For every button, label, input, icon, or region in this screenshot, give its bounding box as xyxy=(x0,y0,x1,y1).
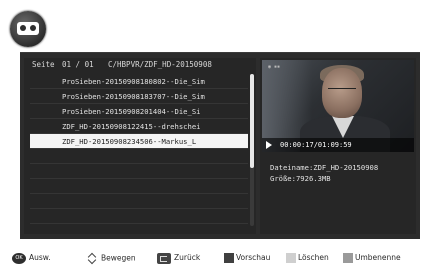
page-label: Seite xyxy=(32,60,55,69)
empty-list-item xyxy=(30,164,248,179)
list-item[interactable]: ProSieben-20150908201404--Die_Si xyxy=(30,104,248,119)
hint-delete[interactable]: Löschen xyxy=(286,252,329,264)
ok-button-icon: OK xyxy=(12,252,26,264)
hint-rename-label: Umbenenne xyxy=(355,253,401,262)
list-item[interactable]: ZDF_HD-20150908234506--Markus_L xyxy=(30,134,248,149)
playback-time: 00:00:17/01:09:59 xyxy=(280,141,352,149)
play-icon xyxy=(266,141,272,149)
video-cassette-icon xyxy=(10,11,46,47)
empty-list-item xyxy=(30,149,248,164)
filename-text: Dateiname:ZDF_HD-20150908 xyxy=(270,163,379,172)
hint-move[interactable]: Bewegen xyxy=(88,252,136,264)
hint-delete-label: Löschen xyxy=(298,253,329,262)
channel-logo: ◉ ▪▪ xyxy=(268,64,281,70)
hint-preview[interactable]: Vorschau xyxy=(224,252,270,264)
up-down-arrows-icon xyxy=(88,252,98,265)
recordings-list-pane: Seite 01 / 01 C/HBPVR/ZDF_HD-20150908 Pr… xyxy=(24,58,256,234)
preview-key-icon xyxy=(224,253,234,263)
delete-key-icon xyxy=(286,253,296,263)
list-header: Seite 01 / 01 C/HBPVR/ZDF_HD-20150908 xyxy=(24,58,256,72)
empty-list-item xyxy=(30,209,248,224)
pvr-screen: Seite 01 / 01 C/HBPVR/ZDF_HD-20150908 Pr… xyxy=(0,0,428,269)
folder-path: C/HBPVR/ZDF_HD-20150908 xyxy=(108,60,212,69)
hint-rename[interactable]: Umbenenne xyxy=(343,252,401,264)
footer-hints: OK Ausw. Bewegen Zurück Vorschau Löschen … xyxy=(0,246,428,269)
list-item[interactable]: ZDF_HD-20150908122415--drehschei xyxy=(30,119,248,134)
video-preview[interactable]: ◉ ▪▪ 00:00:17/01:09:59 xyxy=(262,60,414,152)
list-scrollbar[interactable] xyxy=(250,74,254,226)
hint-select-label: Ausw. xyxy=(29,253,51,262)
preview-pane: ◉ ▪▪ 00:00:17/01:09:59 Dateiname:ZDF_HD-… xyxy=(260,58,416,234)
top-bar xyxy=(0,0,428,52)
back-icon xyxy=(157,252,171,264)
hint-preview-label: Vorschau xyxy=(236,253,271,262)
file-info: Dateiname:ZDF_HD-20150908 Größe:7926.3MB xyxy=(270,162,378,184)
filesize-text: Größe:7926.3MB xyxy=(270,174,331,183)
list-item[interactable]: ProSieben-20150908183707--Die_Sim xyxy=(30,89,248,104)
hint-move-label: Bewegen xyxy=(101,253,136,263)
hint-back-label: Zurück xyxy=(174,253,201,262)
hint-select[interactable]: OK Ausw. xyxy=(12,252,51,264)
recordings-list: ProSieben-20150908180802--Die_Sim ProSieb… xyxy=(30,74,248,224)
recordings-panel: Seite 01 / 01 C/HBPVR/ZDF_HD-20150908 Pr… xyxy=(20,52,420,239)
page-number: 01 / 01 xyxy=(62,60,94,69)
playback-bar: 00:00:17/01:09:59 xyxy=(262,138,414,152)
empty-list-item xyxy=(30,194,248,209)
list-item[interactable]: ProSieben-20150908180802--Die_Sim xyxy=(30,74,248,89)
hint-back[interactable]: Zurück xyxy=(157,252,200,264)
empty-list-item xyxy=(30,179,248,194)
rename-key-icon xyxy=(343,253,353,263)
scrollbar-thumb[interactable] xyxy=(250,74,254,168)
